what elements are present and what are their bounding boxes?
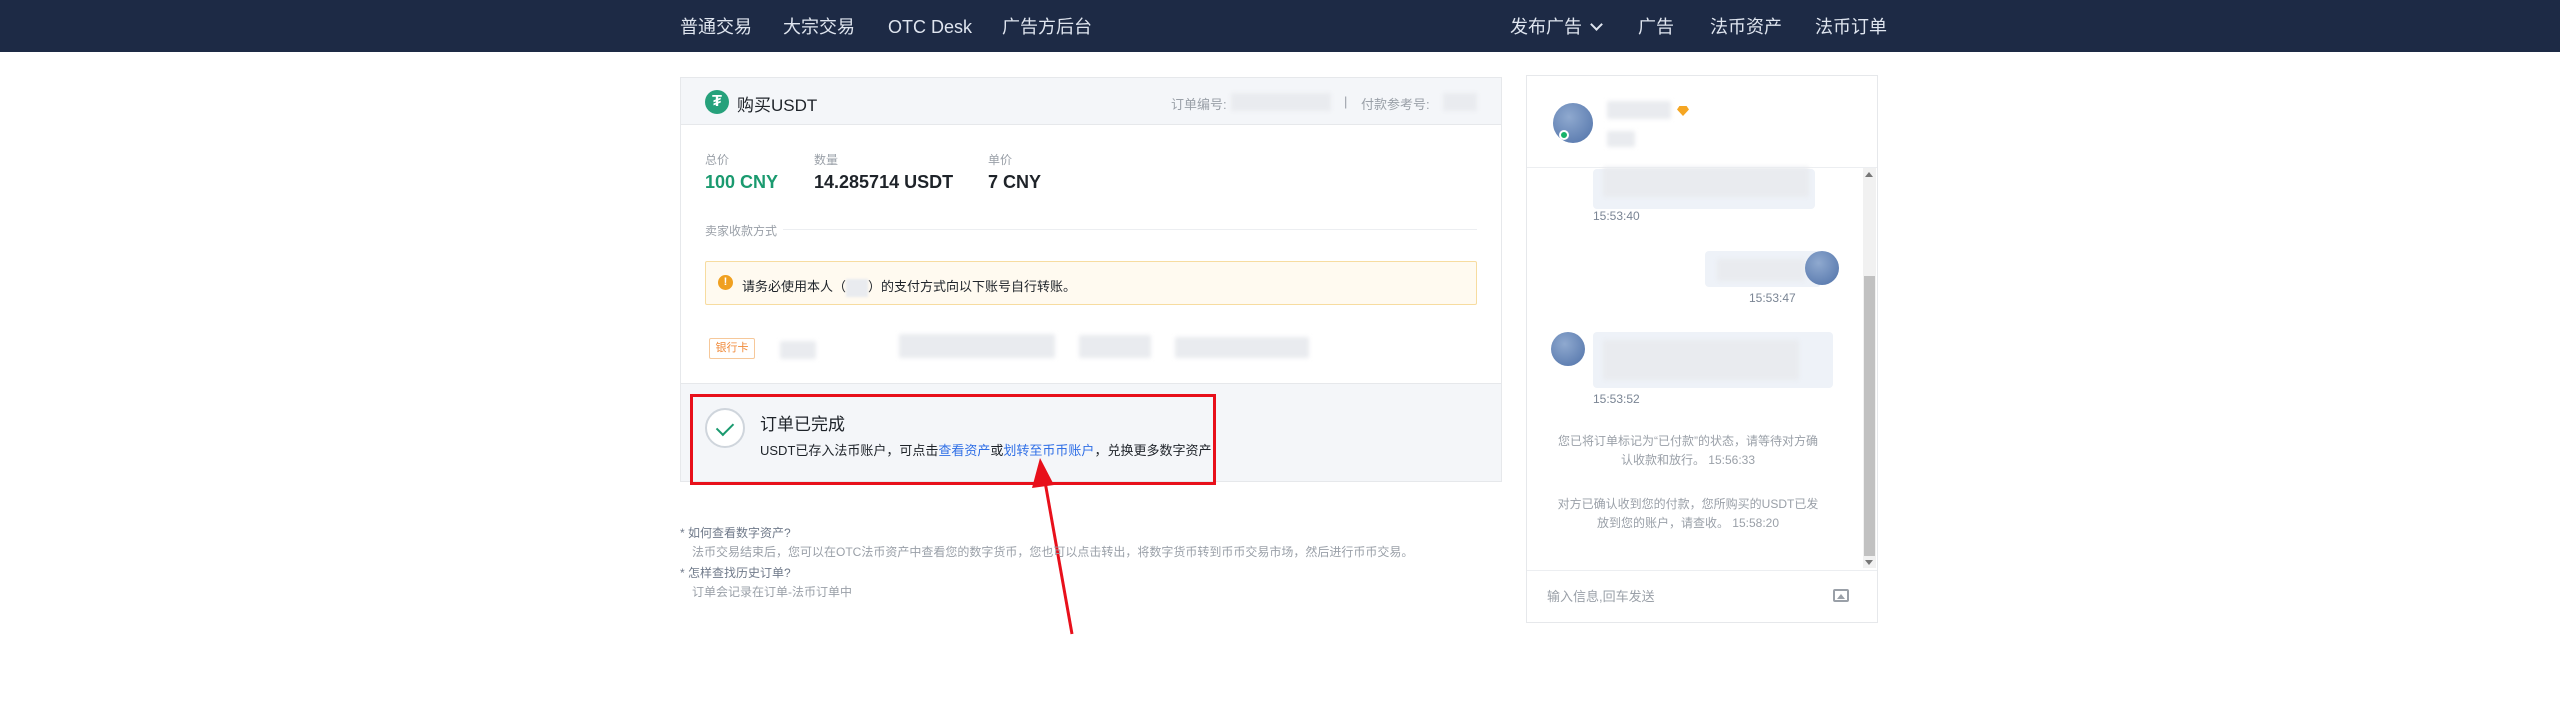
help-answer-order-history: 订单会记录在订单-法币订单中 (692, 585, 852, 599)
quantity-label: 数量 (814, 153, 839, 167)
scroll-up-icon[interactable] (1865, 172, 1873, 177)
quantity-value: 14.285714 USDT (814, 172, 954, 192)
chat-input-bar (1527, 570, 1877, 622)
image-upload-icon[interactable] (1833, 589, 1849, 602)
order-complete-description: USDT已存入法币账户，可点击查看资产或划转至币币账户，兑换更多数字资产 (760, 440, 1211, 459)
scroll-down-icon[interactable] (1865, 560, 1873, 565)
chevron-down-icon (1590, 18, 1603, 31)
nav-advertiser-backend[interactable]: 广告方后台 (1002, 0, 1092, 52)
payment-reference-redacted (1443, 93, 1477, 111)
nav-otc-desk[interactable]: OTC Desk (888, 0, 972, 52)
chat-message-redacted (1603, 340, 1799, 380)
chat-message-redacted (1603, 167, 1809, 197)
complete-desc-part-3: ，兑换更多数字资产 (1094, 443, 1212, 458)
nav-fiat-orders[interactable]: 法币订单 (1815, 0, 1887, 52)
chat-message-input[interactable] (1547, 571, 1827, 621)
system-message-released: 对方已确认收到您的付款，您所购买的USDT已发放到您的账户，请查收。 15:58… (1557, 497, 1819, 530)
nav-block-trading[interactable]: 大宗交易 (783, 0, 855, 52)
help-question-view-assets: * 如何查看数字资产? (680, 526, 791, 540)
top-nav: 普通交易 大宗交易 OTC Desk 广告方后台 发布广告 广告 法币资产 法币… (0, 0, 2560, 52)
nav-ads[interactable]: 广告 (1638, 0, 1674, 52)
payment-reference-label: 付款参考号: (1361, 97, 1430, 112)
help-answer-view-assets: 法币交易结束后，您可以在OTC法币资产中查看您的数字货币，您也可以点击转出，将数… (692, 545, 1414, 559)
counterparty-name-redacted (1607, 101, 1671, 119)
warning-text-prefix: 请务必使用本人（ (742, 279, 847, 294)
tether-icon: ₮ (705, 90, 729, 114)
order-number-label: 订单编号: (1171, 97, 1227, 112)
order-number-redacted (1231, 93, 1331, 111)
help-question-order-history: * 怎样查找历史订单? (680, 566, 791, 580)
nav-publish-ad-label: 发布广告 (1510, 17, 1582, 37)
chat-timestamp: 15:53:40 (1593, 209, 1640, 223)
nav-publish-ad[interactable]: 发布广告 (1510, 0, 1603, 52)
unit-price-label: 单价 (988, 153, 1013, 167)
system-message-marked-paid: 您已将订单标记为“已付款”的状态，请等待对方确认收款和放行。 15:56:33 (1558, 434, 1818, 467)
online-status-dot (1559, 130, 1569, 140)
bank-branch-redacted (1175, 337, 1309, 358)
complete-desc-part-1: USDT已存入法币账户，可点击 (760, 443, 939, 458)
order-title: 购买USDT (737, 96, 818, 115)
section-divider (783, 229, 1477, 230)
view-assets-link[interactable]: 查看资产 (938, 443, 990, 458)
nav-fiat-assets[interactable]: 法币资产 (1710, 0, 1782, 52)
chat-timestamp: 15:53:52 (1593, 392, 1640, 406)
order-complete-indicator (705, 408, 745, 448)
account-number-redacted (899, 334, 1055, 358)
diamond-icon (1677, 106, 1689, 116)
total-price-value: 100 CNY (705, 172, 779, 192)
account-name-redacted (780, 341, 816, 359)
buyer-name-redacted (846, 278, 869, 297)
order-complete-title: 订单已完成 (760, 415, 845, 434)
header-separator: | (1344, 94, 1348, 109)
chat-panel: 15:53:40 15:53:47 15:53:52 您已将订单标记为“已付款”… (1526, 75, 1878, 623)
check-icon (715, 417, 735, 437)
bank-card-badge: 银行卡 (709, 338, 755, 359)
warning-icon: ! (718, 275, 733, 290)
chat-timestamp: 15:53:47 (1749, 291, 1796, 305)
total-price-label: 总价 (705, 153, 730, 167)
order-card-header: ₮ 购买USDT 订单编号: | 付款参考号: (681, 78, 1501, 125)
seller-payment-method-label: 卖家收款方式 (705, 224, 778, 238)
chat-scrollbar-thumb[interactable] (1864, 276, 1875, 556)
chat-header (1527, 76, 1877, 168)
chat-message-redacted (1717, 259, 1805, 281)
nav-spot-trading[interactable]: 普通交易 (680, 0, 752, 52)
bank-name-redacted (1079, 335, 1151, 358)
unit-price-value: 7 CNY (988, 172, 1042, 192)
payment-warning: ! 请务必使用本人（ ）的支付方式向以下账号自行转账。 (705, 261, 1477, 305)
warning-text-suffix: ）的支付方式向以下账号自行转账。 (868, 279, 1077, 294)
annotation-arrow-head (1032, 458, 1054, 488)
counterparty-info-redacted (1607, 131, 1635, 147)
warning-text: 请务必使用本人（ ）的支付方式向以下账号自行转账。 (742, 276, 1076, 297)
counterparty-avatar (1551, 332, 1585, 366)
my-avatar (1805, 251, 1839, 285)
